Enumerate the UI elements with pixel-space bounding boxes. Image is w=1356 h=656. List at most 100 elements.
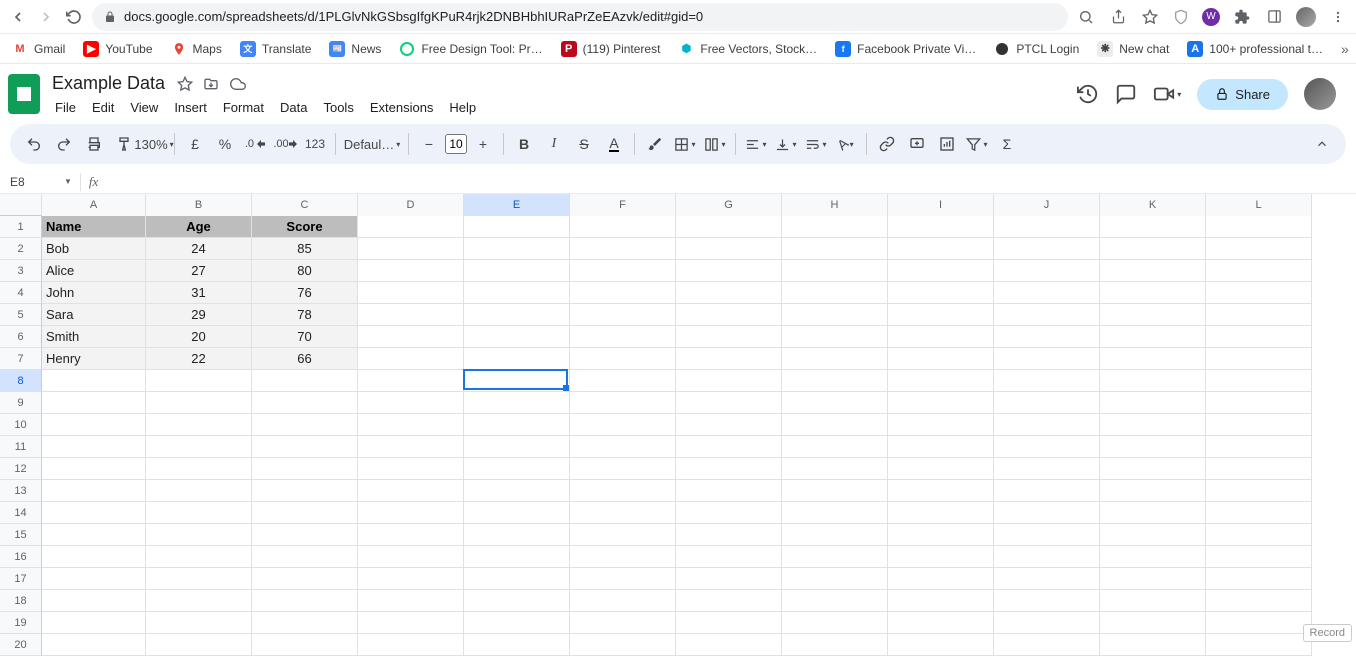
cell[interactable] [676, 348, 782, 370]
row-header[interactable]: 15 [0, 524, 42, 546]
cell[interactable]: 22 [146, 348, 252, 370]
cell[interactable] [464, 304, 570, 326]
cell[interactable] [994, 238, 1100, 260]
cell[interactable] [358, 568, 464, 590]
cell[interactable] [782, 348, 888, 370]
row-header[interactable]: 20 [0, 634, 42, 656]
cell[interactable] [1206, 238, 1312, 260]
bookmark-item[interactable]: 文Translate [240, 41, 312, 57]
cell[interactable] [146, 590, 252, 612]
cell[interactable] [570, 436, 676, 458]
cell[interactable] [676, 392, 782, 414]
cell[interactable] [1100, 524, 1206, 546]
column-header[interactable]: D [358, 194, 464, 216]
cell[interactable] [1206, 634, 1312, 656]
cell[interactable] [676, 568, 782, 590]
cell[interactable] [358, 348, 464, 370]
cell[interactable] [358, 634, 464, 656]
bookmark-item[interactable]: Maps [171, 41, 222, 57]
cell[interactable] [358, 436, 464, 458]
cell[interactable] [676, 458, 782, 480]
cell[interactable] [570, 634, 676, 656]
extension-shield-icon[interactable] [1172, 8, 1190, 26]
cell[interactable] [1100, 216, 1206, 238]
cell[interactable] [676, 326, 782, 348]
cell[interactable] [994, 590, 1100, 612]
cell[interactable] [358, 238, 464, 260]
bookmark-item[interactable]: Free Design Tool: Pr… [399, 41, 542, 57]
increase-fontsize-button[interactable]: + [469, 130, 497, 158]
cell[interactable]: Smith [42, 326, 146, 348]
cell[interactable]: Score [252, 216, 358, 238]
row-header[interactable]: 4 [0, 282, 42, 304]
cell[interactable] [1100, 348, 1206, 370]
cell[interactable] [676, 436, 782, 458]
cell[interactable]: Alice [42, 260, 146, 282]
fill-color-button[interactable] [641, 130, 669, 158]
cell[interactable] [1100, 634, 1206, 656]
cell[interactable] [464, 392, 570, 414]
sidepanel-icon[interactable] [1264, 7, 1284, 27]
column-header[interactable]: A [42, 194, 146, 216]
cell[interactable] [888, 590, 994, 612]
cell[interactable] [464, 590, 570, 612]
cell[interactable] [782, 634, 888, 656]
cell[interactable] [464, 260, 570, 282]
cell[interactable] [676, 238, 782, 260]
column-header[interactable]: L [1206, 194, 1312, 216]
account-avatar[interactable] [1304, 78, 1336, 110]
cell[interactable] [252, 524, 358, 546]
cell[interactable] [146, 546, 252, 568]
cell[interactable] [1206, 546, 1312, 568]
cell[interactable] [358, 326, 464, 348]
collapse-toolbar-icon[interactable] [1308, 130, 1336, 158]
cell[interactable] [994, 436, 1100, 458]
cell[interactable] [570, 480, 676, 502]
cell[interactable] [994, 568, 1100, 590]
column-header[interactable]: K [1100, 194, 1206, 216]
cell[interactable]: 70 [252, 326, 358, 348]
cell[interactable] [146, 634, 252, 656]
cell[interactable] [464, 282, 570, 304]
cell[interactable] [676, 634, 782, 656]
filter-button[interactable] [963, 130, 991, 158]
bookmark-item[interactable]: A100+ professional t… [1187, 41, 1323, 57]
cell[interactable] [42, 502, 146, 524]
comments-icon[interactable] [1115, 83, 1137, 105]
cell[interactable] [358, 414, 464, 436]
merge-button[interactable] [701, 130, 729, 158]
move-doc-icon[interactable] [203, 76, 219, 92]
cell[interactable] [888, 612, 994, 634]
row-header[interactable]: 1 [0, 216, 42, 238]
cell[interactable]: 29 [146, 304, 252, 326]
cell[interactable] [464, 348, 570, 370]
cell[interactable]: Sara [42, 304, 146, 326]
cell[interactable] [994, 502, 1100, 524]
bookmark-item[interactable]: ❋New chat [1097, 41, 1169, 57]
wrap-button[interactable] [802, 130, 830, 158]
cell[interactable] [42, 546, 146, 568]
cell[interactable] [676, 546, 782, 568]
cell[interactable] [994, 216, 1100, 238]
cell[interactable] [994, 282, 1100, 304]
column-header[interactable]: F [570, 194, 676, 216]
cell[interactable] [570, 612, 676, 634]
menu-edit[interactable]: Edit [85, 97, 121, 118]
valign-button[interactable] [772, 130, 800, 158]
cell[interactable] [146, 414, 252, 436]
meet-icon[interactable]: ▾ [1153, 83, 1181, 105]
cell[interactable] [782, 304, 888, 326]
cell[interactable] [464, 524, 570, 546]
cell[interactable] [570, 326, 676, 348]
cell[interactable] [994, 392, 1100, 414]
cell[interactable] [888, 458, 994, 480]
select-all-corner[interactable] [0, 194, 42, 216]
browser-menu-icon[interactable] [1328, 7, 1348, 27]
cell[interactable] [464, 238, 570, 260]
cell[interactable] [570, 370, 676, 392]
menu-help[interactable]: Help [442, 97, 483, 118]
reload-icon[interactable] [64, 7, 84, 27]
cell[interactable] [464, 568, 570, 590]
cell[interactable] [1206, 326, 1312, 348]
cell[interactable] [676, 216, 782, 238]
